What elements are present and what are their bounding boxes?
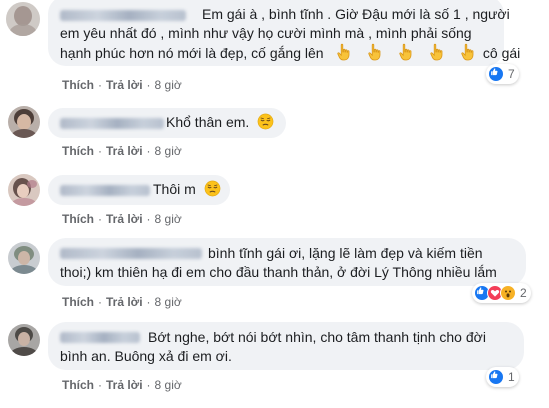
avatar[interactable]	[8, 174, 40, 206]
comment-bubble: Thôi m	[48, 175, 230, 205]
comment-text: Khổ thân em.	[166, 113, 274, 132]
timestamp[interactable]: 8 giờ	[155, 378, 182, 392]
comment-text-line-3: hạnh phúc hơn nó mới là đẹp, cố gắng lên…	[60, 43, 521, 61]
pensive-face-icon	[257, 113, 274, 130]
like-reaction-icon	[488, 66, 504, 82]
reaction-count: 1	[508, 370, 515, 384]
point-down-hand-icon	[397, 43, 415, 61]
reaction-summary[interactable]: 2	[472, 283, 531, 303]
reply-link[interactable]: Trả lời	[106, 212, 143, 226]
commenter-name[interactable]	[60, 185, 150, 196]
like-link[interactable]: Thích	[62, 295, 94, 309]
comment-actions: Thích · Trả lời · 8 giờ	[62, 378, 182, 392]
point-down-hand-icon	[428, 43, 446, 61]
comment-actions: Thích · Trả lời · 8 giờ	[62, 78, 182, 92]
comment-bubble: Em gái à , bình tĩnh . Giờ Đậu mới là số…	[48, 0, 520, 66]
comment-text-line-2: bình an. Buông xả đi em ơi.	[60, 348, 232, 364]
reply-link[interactable]: Trả lời	[106, 78, 143, 92]
wow-reaction-icon	[500, 285, 516, 301]
comment-actions: Thích · Trả lời · 8 giờ	[62, 212, 182, 226]
commenter-name[interactable]	[60, 248, 202, 259]
comment-text-line-1: Bớt nghe, bớt nói bớt nhìn, cho tâm than…	[148, 329, 486, 345]
reaction-count: 2	[520, 286, 527, 300]
comment-text-line-2: em yêu nhất đó , mình như vậy họ cười mì…	[60, 25, 472, 41]
timestamp[interactable]: 8 giờ	[155, 144, 182, 158]
avatar-photo	[8, 174, 40, 206]
avatar-photo	[8, 106, 40, 138]
comment-text: Thôi m	[153, 180, 221, 199]
avatar-photo	[8, 324, 40, 356]
comment-bubble: Bớt nghe, bớt nói bớt nhìn, cho tâm than…	[48, 322, 524, 370]
reaction-count: 7	[508, 67, 515, 81]
comment-bubble: bình tĩnh gái ơi, lặng lẽ làm đẹp và kiế…	[48, 238, 526, 286]
point-down-hand-icon	[366, 43, 384, 61]
like-link[interactable]: Thích	[62, 378, 94, 392]
comment-text-line-1: bình tĩnh gái ơi, lặng lẽ làm đẹp và kiế…	[208, 245, 483, 261]
reply-link[interactable]: Trả lời	[106, 144, 143, 158]
pensive-face-icon	[204, 180, 221, 197]
comment-actions: Thích · Trả lời · 8 giờ	[62, 295, 182, 309]
reaction-summary[interactable]: 1	[486, 367, 519, 387]
like-reaction-icon	[488, 369, 504, 385]
avatar[interactable]	[8, 242, 40, 274]
commenter-name[interactable]	[60, 332, 140, 343]
timestamp[interactable]: 8 giờ	[155, 78, 182, 92]
avatar-photo	[6, 2, 40, 36]
comment-text-line-2: thoi;) km thiên hạ đi em cho đầu thanh t…	[60, 264, 497, 280]
like-link[interactable]: Thích	[62, 144, 94, 158]
avatar[interactable]	[8, 324, 40, 356]
timestamp[interactable]: 8 giờ	[155, 295, 182, 309]
like-link[interactable]: Thích	[62, 212, 94, 226]
point-down-hand-icon	[335, 43, 353, 61]
comment-text-line-1: Em gái à , bình tĩnh . Giờ Đậu mới là số…	[202, 6, 510, 22]
reply-link[interactable]: Trả lời	[106, 378, 143, 392]
reply-link[interactable]: Trả lời	[106, 295, 143, 309]
comment-actions: Thích · Trả lời · 8 giờ	[62, 144, 182, 158]
commenter-name[interactable]	[60, 10, 186, 21]
commenter-name[interactable]	[60, 118, 164, 129]
reaction-summary[interactable]: 7	[486, 64, 519, 84]
like-link[interactable]: Thích	[62, 78, 94, 92]
comment-bubble: Khổ thân em.	[48, 108, 286, 138]
avatar[interactable]	[8, 106, 40, 138]
timestamp[interactable]: 8 giờ	[155, 212, 182, 226]
point-down-hand-icon	[459, 43, 477, 61]
avatar[interactable]	[6, 2, 40, 36]
avatar-photo	[8, 242, 40, 274]
